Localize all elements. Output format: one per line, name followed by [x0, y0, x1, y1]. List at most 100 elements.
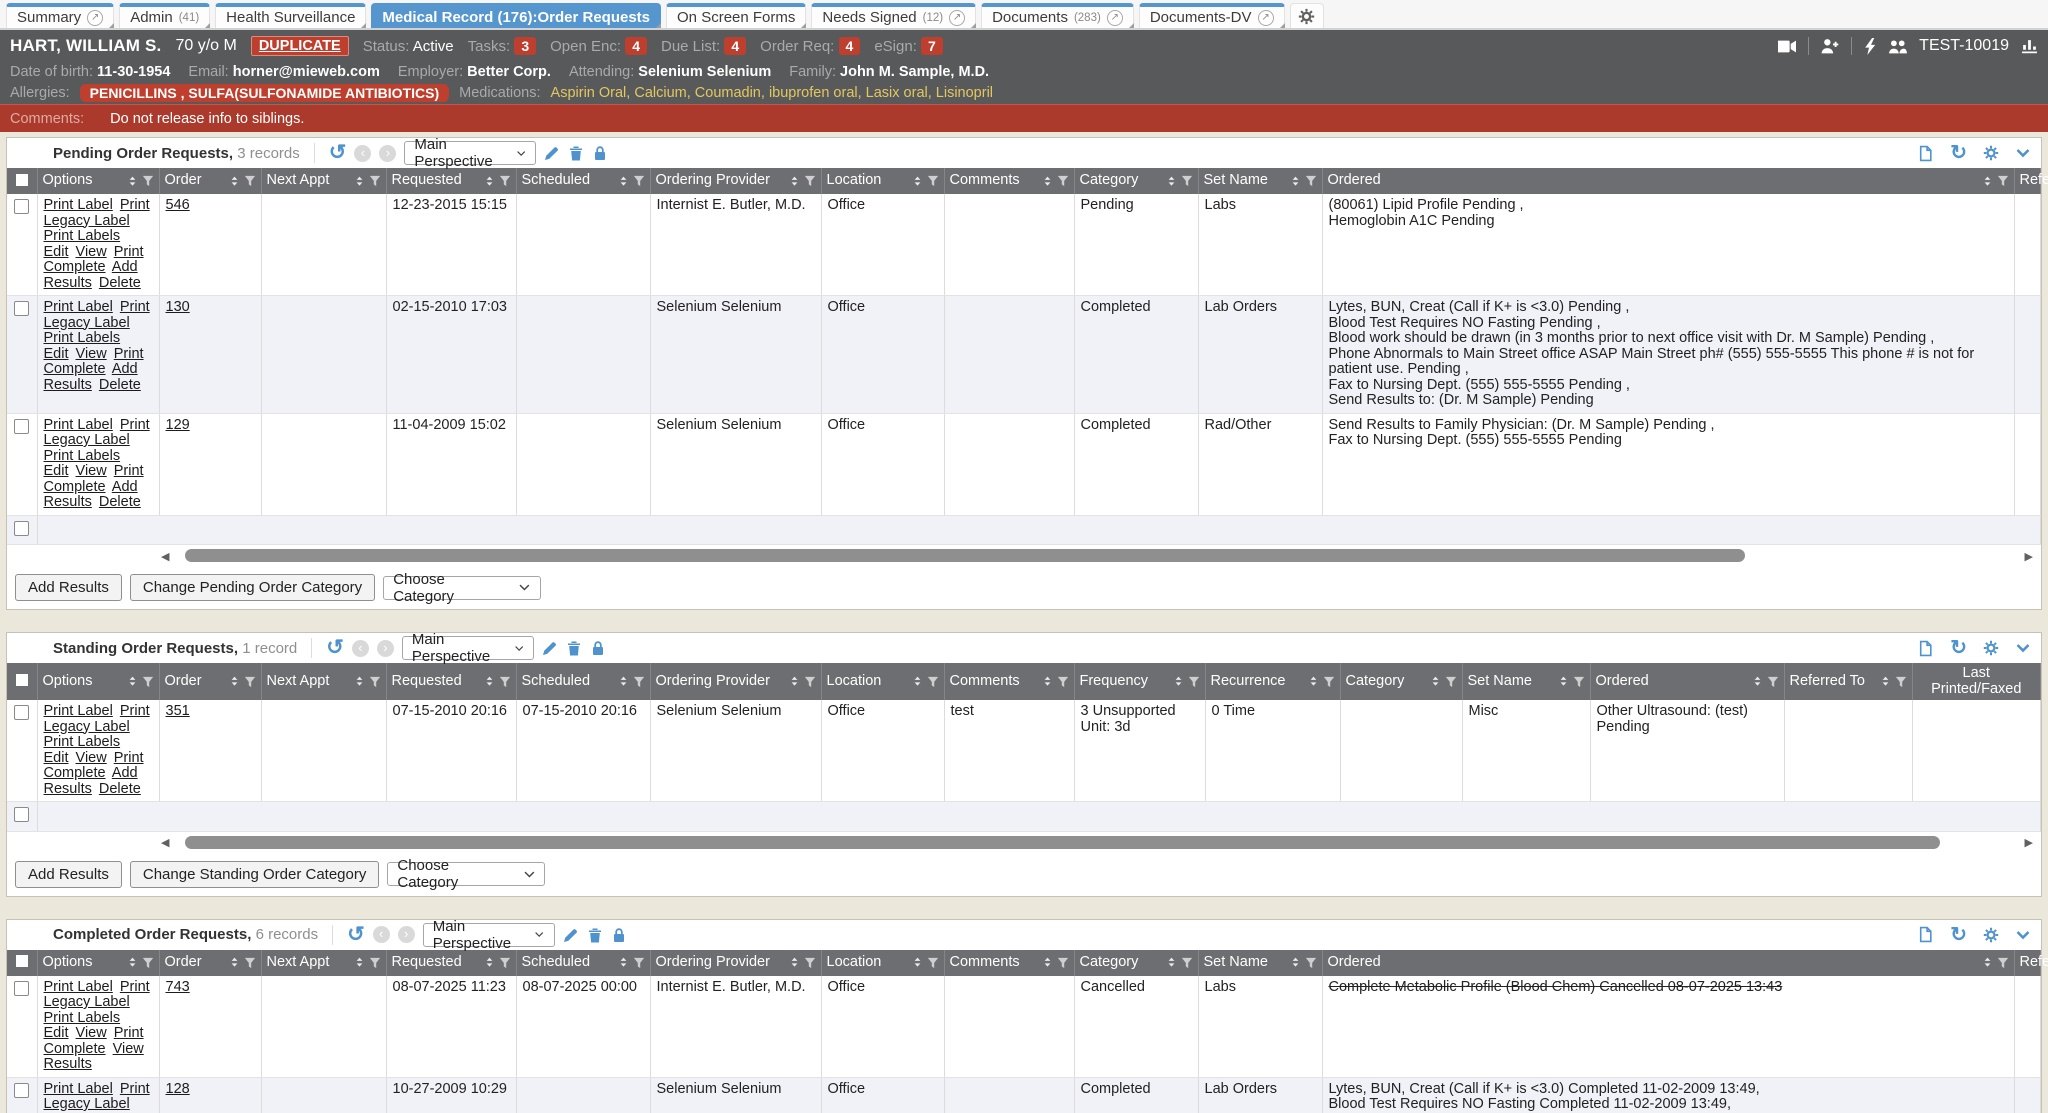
sort-icon[interactable]	[617, 175, 630, 188]
people-icon[interactable]	[1889, 39, 1907, 54]
complete-link[interactable]: Complete	[44, 259, 106, 275]
open-enc-count-badge[interactable]: 4	[625, 37, 647, 55]
filter-funnel-icon[interactable]	[1057, 175, 1069, 187]
col-location[interactable]: Location	[821, 663, 944, 700]
print-label-link[interactable]: Print Label	[44, 979, 113, 995]
row-checkbox[interactable]	[14, 705, 29, 720]
esign-count-badge[interactable]: 7	[921, 37, 943, 55]
open-new-window-icon[interactable]: ↗	[949, 10, 965, 26]
edit-perspective-icon[interactable]	[544, 145, 560, 161]
sort-icon[interactable]	[126, 175, 139, 188]
filter-funnel-icon[interactable]	[927, 676, 939, 688]
filter-funnel-icon[interactable]	[244, 957, 256, 969]
sort-icon[interactable]	[1289, 175, 1302, 188]
edit-perspective-icon[interactable]	[563, 927, 579, 943]
select-all-header[interactable]	[7, 950, 37, 976]
undo-icon[interactable]: ↺	[347, 926, 365, 944]
sort-icon[interactable]	[1172, 675, 1185, 688]
view-link[interactable]: View	[76, 346, 107, 362]
new-document-icon[interactable]	[1917, 145, 1934, 162]
col-referred-to[interactable]: Referred To	[1784, 663, 1912, 700]
delete-link[interactable]: Delete	[99, 275, 141, 291]
filter-funnel-icon[interactable]	[804, 175, 816, 187]
col-scheduled[interactable]: Scheduled	[516, 663, 650, 700]
sort-icon[interactable]	[911, 175, 924, 188]
add-person-icon[interactable]	[1821, 38, 1839, 54]
col-next-appt[interactable]: Next Appt	[261, 168, 386, 194]
col-referred-to-cut[interactable]: Refe	[2014, 950, 2041, 976]
sort-icon[interactable]	[788, 675, 801, 688]
scrollbar-track[interactable]	[173, 549, 2020, 563]
refresh-icon[interactable]: ↻	[1950, 640, 1967, 656]
col-requested[interactable]: Requested	[386, 950, 516, 976]
sort-icon[interactable]	[1041, 956, 1054, 969]
next-perspective-icon[interactable]: ›	[379, 145, 396, 162]
new-document-icon[interactable]	[1917, 926, 1934, 943]
filter-funnel-icon[interactable]	[927, 957, 939, 969]
medication-link[interactable]: Lasix oral	[866, 85, 936, 101]
bar-chart-icon[interactable]	[2021, 38, 2038, 54]
filter-funnel-icon[interactable]	[927, 175, 939, 187]
filter-funnel-icon[interactable]	[804, 957, 816, 969]
filter-funnel-icon[interactable]	[1997, 175, 2009, 187]
lock-icon[interactable]	[611, 927, 627, 943]
col-set-name[interactable]: Set Name	[1198, 168, 1322, 194]
edit-link[interactable]: Edit	[44, 244, 69, 260]
row-checkbox[interactable]	[14, 807, 29, 822]
col-ordered[interactable]: Ordered	[1590, 663, 1784, 700]
select-all-checkbox[interactable]	[16, 174, 28, 186]
prev-perspective-icon[interactable]: ‹	[352, 640, 369, 657]
view-link[interactable]: View	[76, 750, 107, 766]
tab-medical-record-order-requests[interactable]: Medical Record (176):Order Requests	[371, 3, 661, 28]
print-label-link[interactable]: Print Label	[44, 703, 113, 719]
filter-funnel-icon[interactable]	[804, 676, 816, 688]
col-requested[interactable]: Requested	[386, 663, 516, 700]
row-checkbox[interactable]	[14, 1083, 29, 1098]
gear-icon[interactable]	[1983, 927, 1999, 943]
scrollbar-thumb[interactable]	[185, 836, 1940, 849]
complete-link[interactable]: Complete	[44, 1041, 106, 1057]
filter-funnel-icon[interactable]	[1767, 676, 1779, 688]
filter-funnel-icon[interactable]	[1305, 175, 1317, 187]
col-next-appt[interactable]: Next Appt	[261, 663, 386, 700]
video-camera-icon[interactable]	[1778, 39, 1796, 54]
medication-link[interactable]: ibuprofen oral	[769, 85, 866, 101]
collapse-section-icon[interactable]	[2015, 145, 2031, 161]
order-req-count-badge[interactable]: 4	[839, 37, 861, 55]
add-results-button[interactable]: Add Results	[15, 574, 122, 601]
sort-icon[interactable]	[1557, 675, 1570, 688]
prev-perspective-icon[interactable]: ‹	[354, 145, 371, 162]
duplicate-badge[interactable]: DUPLICATE	[251, 36, 349, 56]
col-ordering-provider[interactable]: Ordering Provider	[650, 168, 821, 194]
select-all-header[interactable]	[7, 663, 37, 700]
sort-icon[interactable]	[228, 175, 241, 188]
filter-funnel-icon[interactable]	[142, 957, 154, 969]
view-link[interactable]: View	[76, 244, 107, 260]
filter-funnel-icon[interactable]	[499, 175, 511, 187]
medication-link[interactable]: Aspirin Oral	[551, 85, 635, 101]
open-new-window-icon[interactable]: ↗	[1258, 10, 1274, 26]
sort-icon[interactable]	[617, 675, 630, 688]
tab-health-surveillance[interactable]: Health Surveillance	[215, 3, 366, 28]
tab-on-screen-forms[interactable]: On Screen Forms	[666, 3, 806, 28]
select-all-checkbox[interactable]	[16, 955, 28, 967]
medication-link[interactable]: Calcium	[634, 85, 694, 101]
undo-icon[interactable]: ↺	[326, 639, 344, 657]
row-checkbox[interactable]	[14, 419, 29, 434]
sort-icon[interactable]	[353, 956, 366, 969]
row-checkbox[interactable]	[14, 301, 29, 316]
filter-funnel-icon[interactable]	[499, 957, 511, 969]
col-options[interactable]: Options	[37, 950, 159, 976]
sort-icon[interactable]	[1041, 175, 1054, 188]
filter-funnel-icon[interactable]	[142, 676, 154, 688]
print-link[interactable]: Print	[114, 463, 144, 479]
col-comments[interactable]: Comments	[944, 663, 1074, 700]
collapse-section-icon[interactable]	[2015, 640, 2031, 656]
col-recurrence[interactable]: Recurrence	[1205, 663, 1340, 700]
col-frequency[interactable]: Frequency	[1074, 663, 1205, 700]
perspective-select[interactable]: Main Perspective	[404, 141, 536, 165]
perspective-select[interactable]: Main Perspective	[402, 636, 534, 660]
lock-icon[interactable]	[592, 145, 608, 161]
print-label-link[interactable]: Print Label	[44, 417, 113, 433]
scroll-right-arrow[interactable]: ▶	[2021, 550, 2037, 563]
